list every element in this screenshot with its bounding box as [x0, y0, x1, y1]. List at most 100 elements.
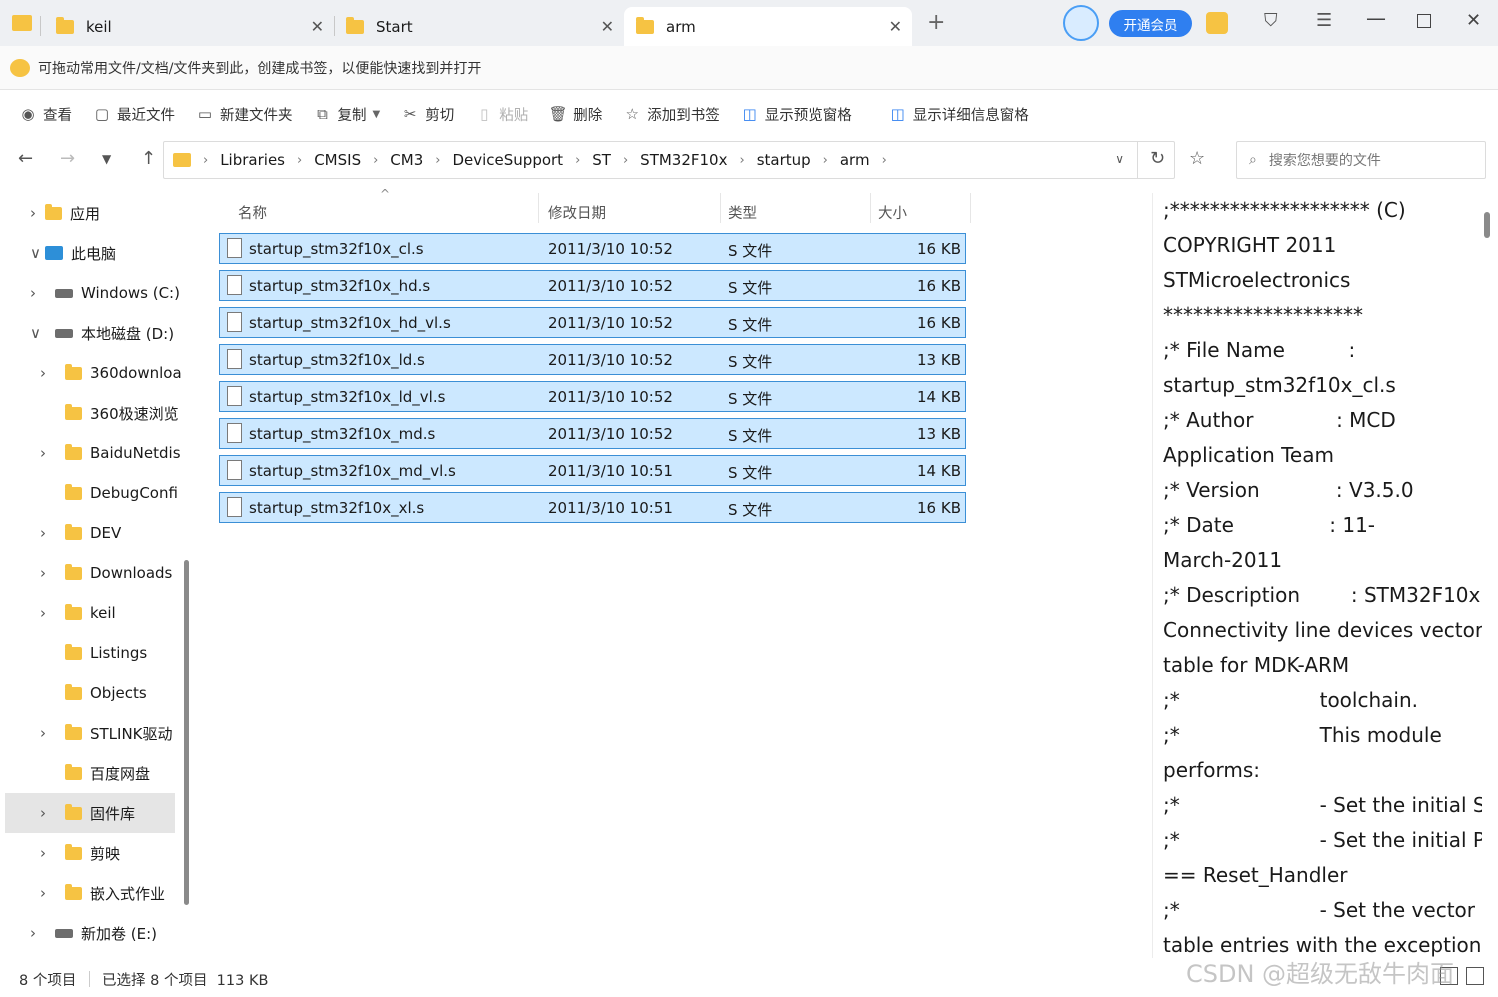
file-row[interactable]: startup_stm32f10x_cl.s 2011/3/10 10:52 S 文… — [219, 233, 966, 264]
delete-button[interactable]: 🗑 删除 — [548, 104, 603, 125]
search-input[interactable]: ⌕ 搜索您想要的文件 — [1236, 141, 1486, 179]
chevron-right-icon[interactable]: › — [882, 153, 887, 168]
chevron-right-icon[interactable]: › — [373, 153, 378, 168]
preview-scrollbar[interactable] — [1484, 212, 1490, 238]
bookmark-star-icon[interactable]: ☆ — [1189, 148, 1205, 169]
tab-arm[interactable]: arm ✕ — [624, 7, 912, 46]
forward-icon[interactable]: → — [60, 148, 75, 169]
breadcrumb-item[interactable]: ST › — [592, 151, 640, 169]
sidebar-item[interactable]: › 360downloa — [5, 353, 182, 393]
sidebar-item[interactable]: DebugConfi — [5, 473, 178, 513]
sidebar-item[interactable]: Listings — [5, 633, 175, 673]
sidebar-item[interactable]: › 新加卷 (E:) — [5, 913, 175, 953]
recent-button[interactable]: ▢ 最近文件 — [92, 104, 175, 125]
sidebar-item[interactable]: › BaiduNetdis — [5, 433, 181, 473]
sidebar-item[interactable]: › keil — [5, 593, 175, 633]
chevron-right-icon[interactable]: › — [575, 153, 580, 168]
sidebar-scrollbar[interactable] — [184, 560, 189, 905]
vip-button[interactable]: 开通会员 — [1109, 10, 1192, 37]
sidebar-item[interactable]: › 固件库 — [5, 793, 175, 833]
sidebar-item[interactable]: Objects — [5, 673, 175, 713]
back-icon[interactable]: ← — [18, 148, 33, 169]
breadcrumb-item[interactable]: arm › — [840, 151, 899, 169]
chevron-right-icon[interactable]: › — [739, 153, 744, 168]
file-row[interactable]: startup_stm32f10x_hd.s 2011/3/10 10:52 S 文… — [219, 270, 966, 301]
chevron-down-icon[interactable]: ∨ — [30, 244, 41, 262]
chevron-right-icon[interactable]: › — [40, 444, 46, 462]
add-bookmark-button[interactable]: ☆ 添加到书签 — [622, 104, 719, 125]
close-icon[interactable]: ✕ — [311, 17, 324, 36]
sidebar-item[interactable]: ∨ 此电脑 — [5, 233, 175, 273]
address-divider — [1137, 142, 1138, 178]
view-button[interactable]: ◉ 查看 — [18, 104, 72, 125]
chevron-right-icon[interactable]: › — [40, 524, 46, 542]
chevron-right-icon[interactable]: › — [823, 153, 828, 168]
breadcrumb-item[interactable]: CMSIS › — [314, 151, 390, 169]
coin-icon[interactable] — [1206, 12, 1228, 34]
sidebar-item[interactable]: 360极速浏览 — [5, 393, 179, 433]
preview-line: ;* - Set the initial PC — [1163, 828, 1482, 852]
file-row[interactable]: startup_stm32f10x_md_vl.s 2011/3/10 10:51… — [219, 455, 966, 486]
breadcrumb-item[interactable]: CM3 › — [390, 151, 452, 169]
new-tab-icon[interactable]: + — [927, 10, 945, 35]
paste-button[interactable]: ▯ 粘贴 — [474, 104, 528, 125]
sidebar-item[interactable]: › 剪映 — [5, 833, 175, 873]
cut-button[interactable]: ✂ 剪切 — [400, 104, 454, 125]
column-size[interactable]: 大小 — [878, 202, 907, 223]
show-preview-button[interactable]: ◫ 显示预览窗格 — [740, 104, 852, 125]
show-details-button[interactable]: ◫ 显示详细信息窗格 — [888, 104, 1029, 125]
tab-start[interactable]: Start ✕ — [334, 7, 624, 46]
close-icon[interactable]: ✕ — [889, 17, 902, 36]
breadcrumb-item[interactable]: startup › — [757, 151, 840, 169]
up-icon[interactable]: ↑ — [141, 148, 156, 169]
address-dropdown-icon[interactable]: ∨ — [1115, 152, 1124, 166]
chevron-right-icon[interactable]: › — [30, 204, 36, 222]
chevron-right-icon[interactable]: › — [297, 153, 302, 168]
close-icon[interactable]: ✕ — [601, 17, 614, 36]
column-name[interactable]: 名称 — [238, 202, 267, 223]
column-modified[interactable]: 修改日期 — [548, 202, 606, 223]
tab-keil[interactable]: keil ✕ — [44, 7, 334, 46]
sidebar-item[interactable]: › 嵌入式作业 — [5, 873, 175, 913]
file-row[interactable]: startup_stm32f10x_hd_vl.s 2011/3/10 10:52… — [219, 307, 966, 338]
sidebar-item[interactable]: 百度网盘 — [5, 753, 175, 793]
sidebar-item[interactable]: › Windows (C:) — [5, 273, 180, 313]
chevron-right-icon[interactable]: › — [30, 284, 36, 302]
breadcrumb-item[interactable]: Libraries › — [220, 151, 314, 169]
close-window-icon[interactable]: ✕ — [1466, 10, 1481, 31]
maximize-icon[interactable] — [1417, 14, 1431, 28]
chevron-right-icon[interactable]: › — [30, 924, 36, 942]
chevron-right-icon[interactable]: › — [623, 153, 628, 168]
minimize-icon[interactable]: — — [1366, 6, 1386, 30]
large-icons-view-icon[interactable] — [1466, 967, 1484, 985]
sidebar-item[interactable]: › Downloads — [5, 553, 175, 593]
file-row[interactable]: startup_stm32f10x_xl.s 2011/3/10 10:51 S 文… — [219, 492, 966, 523]
sidebar-item[interactable]: › DEV — [5, 513, 175, 553]
new-folder-button[interactable]: ▭ 新建文件夹 — [195, 104, 293, 125]
address-bar[interactable]: › Libraries › CMSIS › CM3 › DeviceSupport › ST › S… — [163, 141, 1175, 179]
column-type[interactable]: 类型 — [728, 202, 757, 223]
menu-icon[interactable]: ☰ — [1316, 10, 1332, 31]
refresh-icon[interactable]: ↻ — [1150, 148, 1165, 169]
chevron-right-icon[interactable]: › — [40, 604, 46, 622]
sidebar-item[interactable]: › STLINK驱动 — [5, 713, 175, 753]
avatar[interactable] — [1063, 5, 1099, 41]
shirt-icon[interactable]: ⛉ — [1264, 10, 1278, 31]
sidebar-item[interactable]: › 应用 — [5, 193, 175, 233]
chevron-right-icon[interactable]: › — [40, 564, 46, 582]
chevron-right-icon[interactable]: › — [40, 364, 46, 382]
file-row[interactable]: startup_stm32f10x_ld.s 2011/3/10 10:52 S 文… — [219, 344, 966, 375]
history-dropdown-icon[interactable]: ▼ — [102, 152, 111, 166]
copy-button[interactable]: ⧉ 复制 ▼ — [313, 104, 380, 125]
file-row[interactable]: startup_stm32f10x_ld_vl.s 2011/3/10 10:52… — [219, 381, 966, 412]
breadcrumb-item[interactable]: DeviceSupport › — [452, 151, 592, 169]
chevron-down-icon[interactable]: ∨ — [30, 324, 41, 342]
file-row[interactable]: startup_stm32f10x_md.s 2011/3/10 10:52 S 文… — [219, 418, 966, 449]
chevron-right-icon[interactable]: › — [40, 724, 46, 742]
chevron-right-icon[interactable]: › — [435, 153, 440, 168]
breadcrumb-item[interactable]: STM32F10x › — [640, 151, 757, 169]
chevron-right-icon[interactable]: › — [40, 884, 46, 902]
chevron-right-icon[interactable]: › — [40, 844, 46, 862]
chevron-right-icon[interactable]: › — [40, 804, 46, 822]
sidebar-item[interactable]: ∨ 本地磁盘 (D:) — [5, 313, 175, 353]
